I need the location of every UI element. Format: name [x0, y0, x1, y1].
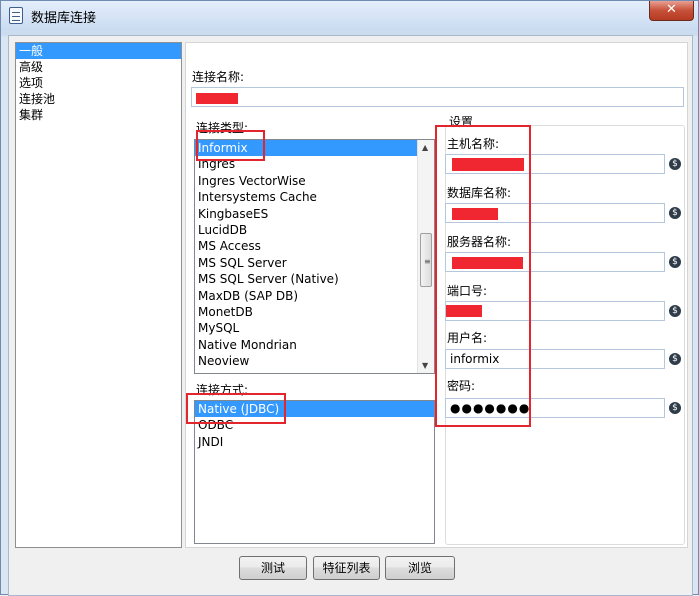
variable-dollar-icon[interactable]: $	[669, 256, 681, 268]
window-title: 数据库连接	[31, 11, 97, 26]
scroll-up-arrow-icon[interactable]: ▲	[422, 143, 428, 152]
redacted-value	[452, 158, 524, 171]
port-label: 端口号:	[447, 284, 488, 298]
access-method-item[interactable]: JNDI	[195, 434, 434, 450]
title-bar: 数据库连接 ✕	[1, 1, 698, 31]
redacted-value	[196, 93, 238, 104]
connection-type-item[interactable]: MonetDB	[195, 304, 434, 320]
category-item-options[interactable]: 选项	[16, 75, 181, 91]
access-method-item[interactable]: ODBC	[195, 417, 434, 433]
category-item-advanced[interactable]: 高级	[16, 59, 181, 75]
username-label: 用户名:	[447, 331, 488, 345]
access-method-label: 连接方式:	[196, 383, 249, 397]
dialog-body: 一般 高级 选项 连接池 集群 连接名称: 连接类型: Informix Ing…	[8, 35, 693, 596]
variable-dollar-icon[interactable]: $	[669, 305, 681, 317]
connection-type-item[interactable]: MySQL	[195, 320, 434, 336]
close-button[interactable]: ✕	[649, 1, 694, 21]
connection-type-item[interactable]: Informix	[195, 140, 434, 157]
connection-type-item[interactable]: MS SQL Server	[195, 255, 434, 271]
category-item-cluster[interactable]: 集群	[16, 107, 181, 123]
host-name-label: 主机名称:	[447, 137, 500, 151]
variable-dollar-icon[interactable]: $	[669, 207, 681, 219]
redacted-value	[452, 257, 523, 269]
host-name-input[interactable]	[445, 154, 665, 174]
access-method-list[interactable]: Native (JDBC) ODBC JNDI	[194, 400, 435, 544]
category-list[interactable]: 一般 高级 选项 连接池 集群	[15, 42, 182, 548]
window-document-icon	[9, 7, 23, 24]
scroll-down-arrow-icon[interactable]: ▼	[422, 361, 428, 370]
connection-type-item[interactable]: MS SQL Server (Native)	[195, 271, 434, 287]
password-label: 密码:	[447, 379, 476, 393]
database-name-input[interactable]	[445, 203, 665, 223]
test-button[interactable]: 测试	[239, 556, 307, 580]
connection-name-label: 连接名称:	[192, 70, 245, 84]
database-connection-window: 数据库连接 ✕ 一般 高级 选项 连接池 集群 连接名称: 连接类型: Info…	[0, 0, 699, 596]
redacted-value	[452, 208, 498, 220]
username-input[interactable]: informix	[445, 349, 665, 369]
scroll-thumb[interactable]: ≡	[420, 233, 432, 287]
feature-list-button[interactable]: 特征列表	[313, 556, 380, 580]
connection-type-item[interactable]: MS Access	[195, 238, 434, 254]
access-method-item[interactable]: Native (JDBC)	[195, 401, 434, 418]
browse-button[interactable]: 浏览	[385, 556, 455, 580]
category-item-pooling[interactable]: 连接池	[16, 91, 181, 107]
connection-name-input[interactable]	[191, 87, 684, 107]
category-item-general[interactable]: 一般	[16, 43, 181, 59]
connection-type-item[interactable]: Native Mondrian	[195, 337, 434, 353]
port-input[interactable]	[445, 301, 665, 321]
variable-dollar-icon[interactable]: $	[669, 353, 681, 365]
database-name-label: 数据库名称:	[447, 186, 512, 200]
connection-type-item[interactable]: Ingres VectorWise	[195, 173, 434, 189]
settings-group-title: 设置	[449, 115, 474, 129]
variable-dollar-icon[interactable]: $	[669, 158, 681, 170]
server-name-label: 服务器名称:	[447, 235, 512, 249]
connection-type-label: 连接类型:	[196, 121, 249, 135]
general-settings-panel: 连接名称: 连接类型: Informix Ingres Ingres Vecto…	[185, 42, 688, 548]
connection-type-item[interactable]: Intersystems Cache	[195, 189, 434, 205]
connection-type-scrollbar[interactable]: ▲ ≡ ▼	[417, 140, 434, 373]
connection-type-item[interactable]: Neoview	[195, 353, 434, 369]
connection-type-item[interactable]: KingbaseES	[195, 206, 434, 222]
server-name-input[interactable]	[445, 252, 665, 272]
password-input[interactable]: ●●●●●●●	[445, 398, 665, 418]
connection-type-item[interactable]: Ingres	[195, 156, 434, 172]
variable-dollar-icon[interactable]: $	[669, 402, 681, 414]
connection-type-item[interactable]: MaxDB (SAP DB)	[195, 288, 434, 304]
redacted-value	[446, 305, 482, 317]
connection-type-list[interactable]: Informix Ingres Ingres VectorWise Inters…	[194, 139, 435, 374]
connection-type-item[interactable]: LucidDB	[195, 222, 434, 238]
